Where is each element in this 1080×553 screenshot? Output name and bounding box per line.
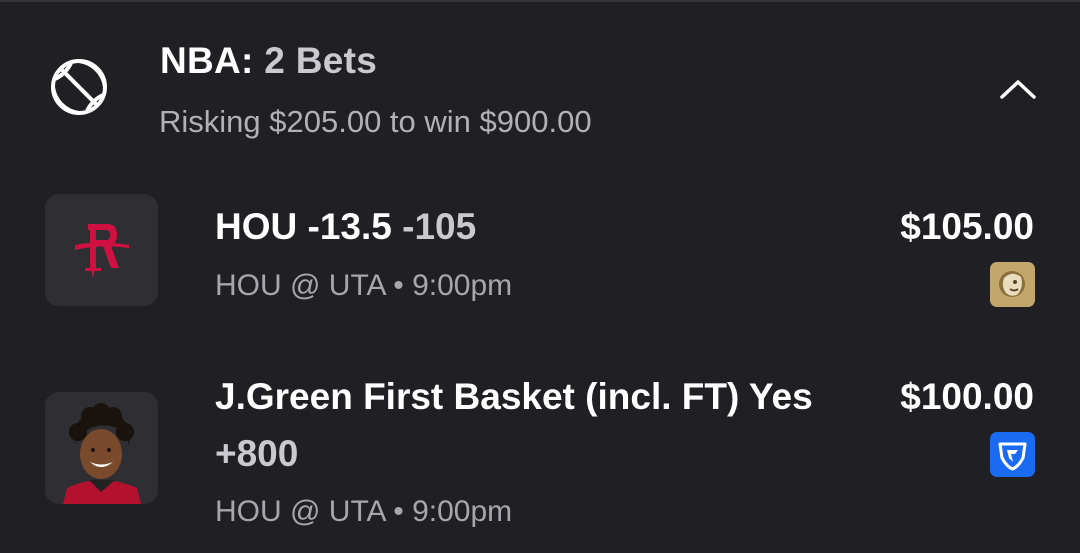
collapse-button[interactable] <box>996 72 1040 106</box>
basketball-icon <box>49 57 109 117</box>
betmgm-lion-icon[interactable] <box>990 262 1035 307</box>
fanduel-shield-icon[interactable] <box>990 432 1035 477</box>
matchup-label: HOU @ UTA • 9:00pm <box>215 495 513 528</box>
bet-count-label: 2 Bets <box>264 40 378 81</box>
stake-amount: $105.00 <box>900 206 1034 247</box>
selection-label: J.Green First Basket (incl. FT) Yes <box>215 376 813 417</box>
matchup-label: HOU @ UTA • 9:00pm <box>215 269 513 302</box>
stake-amount: $100.00 <box>900 376 1034 417</box>
houston-rockets-logo <box>45 194 158 306</box>
selection-label: HOU -13.5 <box>215 206 392 247</box>
player-headshot <box>45 392 158 504</box>
odds-label: -105 <box>402 206 477 247</box>
risk-summary: Risking $205.00 to win $900.00 <box>159 104 592 139</box>
chevron-up-icon <box>1000 80 1036 99</box>
bet-selection: HOU -13.5 -105 <box>215 206 476 248</box>
group-title: NBA: 2 Bets <box>160 40 377 82</box>
league-label: NBA: <box>160 40 254 81</box>
odds-label: +800 <box>215 433 299 474</box>
top-divider <box>0 0 1080 2</box>
